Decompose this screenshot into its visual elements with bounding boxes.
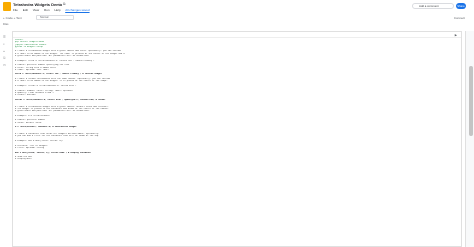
menu-view[interactable]: View (33, 8, 39, 12)
code-line-text: # you can add a title for the container … (15, 135, 100, 138)
app-window: Tetrahedra Widgets Demo ☆ ⧉ File Edit Vi… (0, 0, 474, 247)
code-line-text: # given width and position. All paramete… (15, 55, 89, 58)
move-icon[interactable]: ⧉ (63, 2, 66, 6)
code-line-text: # Example: tetra2 = Tetra(radius=2.0, co… (15, 84, 77, 87)
code-line-text: # value: default value (15, 121, 42, 124)
code-line-text: w = Tetra(value=3, radius=1.0) # interac… (15, 126, 77, 129)
code-line-text: # rotate: boolean (15, 94, 36, 97)
right-rail (465, 31, 474, 247)
app-logo-icon (3, 2, 11, 11)
code-line-text: # Example: box = Box([tetra, tetra2, w]) (15, 140, 64, 143)
document-title[interactable]: Tetrahedra Widgets Demo (13, 2, 62, 7)
menu-edit[interactable]: Edit (23, 8, 28, 12)
code-line-text: # title: optional string (15, 146, 44, 149)
code-line-text: # label: optional text label (15, 68, 49, 71)
search-icon[interactable]: ⌕ (3, 42, 7, 46)
menu-file[interactable]: File (13, 8, 18, 12)
code-line-text: # Example: w = Tetra(value=3) (15, 114, 50, 117)
add-cell-buttons[interactable]: + Code + Text (3, 16, 22, 20)
editor-lines: %%shell pip install widgets-demo jupyter… (15, 39, 455, 161)
menu-icon[interactable]: ☰ (3, 35, 7, 39)
left-rail: ☰ ⌕ ‹› ⚿ ▭ (0, 33, 10, 247)
header: Tetrahedra Widgets Demo ☆ ⧉ File Edit Vi… (0, 0, 474, 23)
connect-button[interactable]: Connect (454, 16, 465, 20)
file-row-label: Files (3, 23, 9, 26)
run-cell-icon[interactable]: ▶ (455, 33, 457, 37)
code-line-text: # given width and position; all paramete… (15, 110, 90, 113)
star-icon[interactable]: ☆ (58, 2, 61, 6)
share-button[interactable]: Share (456, 3, 466, 9)
folder-icon[interactable]: ▭ (3, 63, 7, 67)
key-icon[interactable]: ⚿ (3, 56, 7, 60)
code-line-text: box = Box([tetra, tetra2, w], title='Dem… (15, 151, 91, 154)
toolbar: + Code + Text Normal Connect (0, 15, 474, 21)
cell-toolbar: ▶ (13, 32, 461, 38)
code-line[interactable]: # display(box) (15, 158, 455, 160)
menu-bar: File Edit View Run Help All changes save… (13, 8, 94, 12)
code-line-text: tetra = Tetra(radius=1.5, color='red', l… (15, 73, 102, 76)
vertical-scrollbar[interactable] (469, 66, 473, 136)
code-editor[interactable]: ▶ %%shell pip install widgets-demo jupyt… (12, 31, 462, 247)
code-icon[interactable]: ‹› (3, 49, 7, 53)
code-line-text: python -m widgets.setup (15, 45, 43, 48)
code-line-text: # a label to be added to the widget; it … (15, 80, 108, 83)
menu-run[interactable]: Run (44, 8, 50, 12)
format-select[interactable]: Normal (36, 15, 74, 20)
code-line-text: # Example: tetra = Tetra(radius=1.5, col… (15, 59, 95, 62)
save-status-link[interactable]: All changes saved (65, 8, 89, 12)
menu-help[interactable]: Help (54, 8, 60, 12)
code-line-text: tetra2 = Tetra(radius=2.0, color='blue',… (15, 98, 106, 101)
comment-button[interactable]: Add a comment (412, 3, 454, 9)
code-line-text: # display(box) (15, 158, 32, 161)
